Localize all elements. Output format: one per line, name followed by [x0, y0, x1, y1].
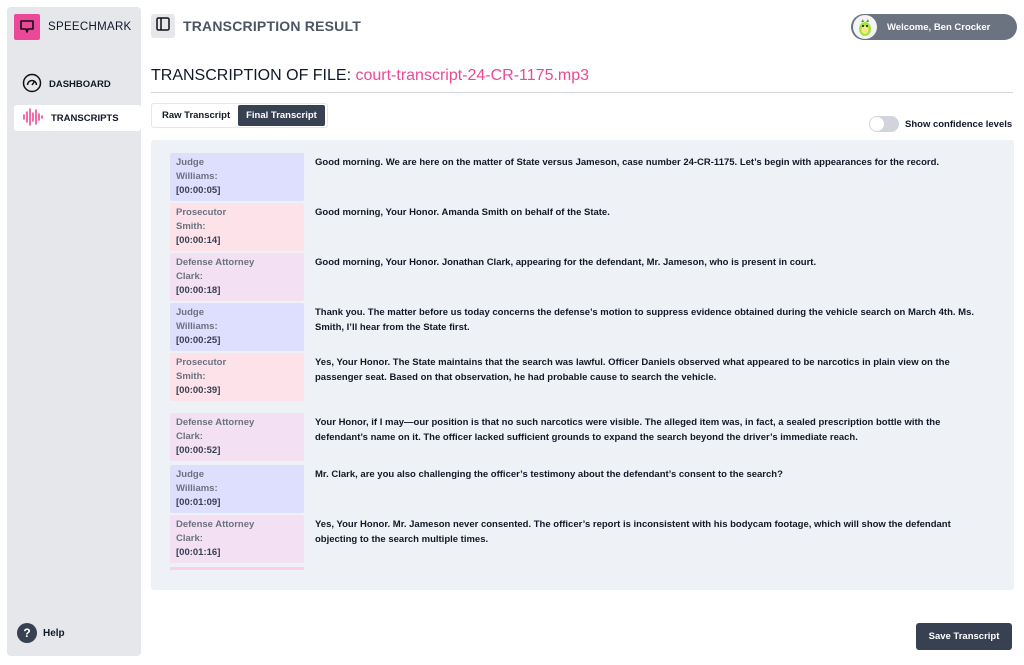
- transcript-entry: Defense Attorney Clark: [00:00:52] Your …: [170, 413, 990, 461]
- sidebar-item-label: DASHBOARD: [49, 78, 111, 90]
- transcript-entry: Defense Attorney Clark: [00:00:18] Good …: [170, 253, 990, 301]
- speaker-name: Williams:: [176, 171, 218, 182]
- speaker-name: Smith:: [176, 371, 206, 382]
- transcript-entry: Judge Williams: [00:00:25] Thank you. Th…: [170, 303, 990, 351]
- toggle-switch[interactable]: [869, 116, 899, 132]
- transcript-panel[interactable]: Judge Williams: [00:00:05] Good morning.…: [151, 140, 1014, 590]
- speaker-name: Williams:: [176, 483, 218, 494]
- timestamp: [00:00:25]: [176, 335, 221, 346]
- speaker-name: Clark:: [176, 271, 203, 282]
- help-link[interactable]: ? Help: [17, 623, 65, 643]
- speech-bubble-logo-icon: [14, 14, 40, 40]
- question-icon: ?: [17, 623, 37, 643]
- file-heading-prefix: TRANSCRIPTION OF FILE:: [151, 67, 352, 84]
- speaker-title: Prosecutor: [176, 207, 227, 218]
- timestamp: [00:00:52]: [176, 445, 221, 456]
- confidence-toggle[interactable]: Show confidence levels: [869, 116, 1012, 132]
- transcript-tabs: Raw Transcript Final Transcript: [151, 103, 328, 128]
- save-transcript-button[interactable]: Save Transcript: [916, 623, 1012, 650]
- utterance-text: Your Honor, if I may—our position is tha…: [315, 417, 941, 443]
- welcome-text: Welcome, Ben Crocker: [887, 21, 991, 33]
- avatar: [853, 15, 877, 39]
- speaker-name: Williams:: [176, 321, 218, 332]
- tab-final-transcript[interactable]: Final Transcript: [238, 105, 325, 126]
- utterance-text: Yes, Your Honor. The State maintains tha…: [315, 357, 950, 383]
- timestamp: [00:00:18]: [176, 285, 221, 296]
- utterance-text: Thank you. The matter before us today co…: [315, 307, 974, 333]
- speaker-name: Clark:: [176, 431, 203, 442]
- sidebar-item-label: TRANSCRIPTS: [51, 112, 119, 124]
- speaker-name: Clark:: [176, 533, 203, 544]
- confidence-toggle-label: Show confidence levels: [905, 118, 1013, 130]
- speaker-label: Defense Attorney Clark: [00:00:52]: [170, 413, 304, 461]
- utterance-text: Good morning, Your Honor. Jonathan Clark…: [315, 257, 817, 268]
- brand-name: SPEECHMARK: [48, 21, 132, 33]
- transcript-entry: Defense Attorney Clark: [00:01:16] Yes, …: [170, 515, 990, 563]
- sidebar: SPEECHMARK DASHBOARD TRANSCRIPTS ? Help: [7, 7, 141, 656]
- timestamp: [00:00:39]: [176, 385, 221, 396]
- transcript-entry: Judge Williams: [00:00:05] Good morning.…: [170, 153, 990, 201]
- speaker-label: Prosecutor Smith: [00:00:14]: [170, 203, 304, 251]
- speaker-label: Judge Williams: [00:00:05]: [170, 153, 304, 201]
- speaker-label: Defense Attorney Clark: [00:01:16]: [170, 515, 304, 563]
- next-speaker-peek: [170, 567, 304, 570]
- speaker-label: Judge Williams: [00:00:25]: [170, 303, 304, 351]
- timestamp: [00:00:14]: [176, 235, 221, 246]
- page-title: TRANSCRIPTION RESULT: [183, 18, 361, 34]
- sidebar-item-transcripts[interactable]: TRANSCRIPTS: [14, 105, 141, 131]
- speaker-label: Judge Williams: [00:01:09]: [170, 465, 304, 513]
- sidebar-item-dashboard[interactable]: DASHBOARD: [14, 71, 141, 97]
- speaker-label: Prosecutor Smith: [00:00:39]: [170, 353, 304, 401]
- speaker-title: Defense Attorney: [176, 417, 255, 428]
- toggle-knob: [870, 117, 884, 131]
- waveform-icon: [22, 107, 44, 130]
- speaker-label: Defense Attorney Clark: [00:00:18]: [170, 253, 304, 301]
- speaker-title: Judge: [176, 157, 204, 168]
- speaker-title: Judge: [176, 469, 204, 480]
- user-menu[interactable]: Welcome, Ben Crocker: [851, 14, 1017, 40]
- brand[interactable]: SPEECHMARK: [14, 14, 132, 40]
- transcript-entry: Judge Williams: [00:01:09] Mr. Clark, ar…: [170, 465, 990, 513]
- speaker-title: Judge: [176, 307, 204, 318]
- file-name: court-transcript-24-CR-1175.mp3: [355, 67, 590, 84]
- timestamp: [00:01:09]: [176, 497, 221, 508]
- speaker-title: Prosecutor: [176, 357, 227, 368]
- speaker-name: Smith:: [176, 221, 206, 232]
- speaker-title: Defense Attorney: [176, 257, 255, 268]
- tab-raw-transcript[interactable]: Raw Transcript: [154, 105, 238, 126]
- utterance-text: Good morning. We are here on the matter …: [315, 157, 940, 168]
- file-heading: TRANSCRIPTION OF FILE: court-transcript-…: [151, 67, 589, 85]
- utterance-text: Good morning, Your Honor. Amanda Smith o…: [315, 207, 610, 218]
- timestamp: [00:00:05]: [176, 185, 221, 196]
- utterance-text: Mr. Clark, are you also challenging the …: [315, 469, 783, 480]
- timestamp: [00:01:16]: [176, 547, 221, 558]
- transcript-entry: Prosecutor Smith: [00:00:39] Yes, Your H…: [170, 353, 990, 401]
- help-label: Help: [43, 627, 65, 639]
- utterance-text: Yes, Your Honor. Mr. Jameson never conse…: [315, 519, 951, 545]
- dashboard-gauge-icon: [22, 73, 42, 96]
- transcript-entry: Prosecutor Smith: [00:00:14] Good mornin…: [170, 203, 990, 251]
- panel-toggle-icon: [156, 16, 170, 36]
- divider: [151, 92, 1013, 93]
- speaker-title: Defense Attorney: [176, 519, 255, 530]
- sidebar-toggle-button[interactable]: [151, 14, 175, 38]
